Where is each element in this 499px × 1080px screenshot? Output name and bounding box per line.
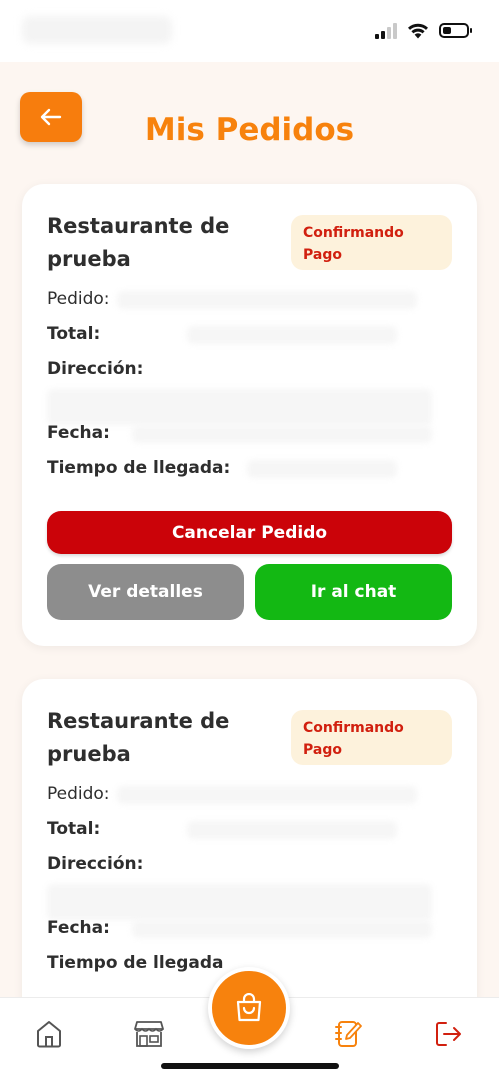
- address-value-blurred: [47, 884, 432, 920]
- date-value-blurred: [132, 425, 432, 443]
- nav-orders[interactable]: [333, 1018, 365, 1050]
- status-bar: [0, 0, 499, 62]
- status-time-blurred: [22, 16, 172, 44]
- battery-icon: [439, 23, 472, 38]
- orders-icon: [335, 1021, 362, 1047]
- total-value-blurred: [187, 821, 397, 839]
- status-badge: Confirmando Pago: [291, 215, 452, 270]
- nav-logout[interactable]: [433, 1018, 465, 1050]
- restaurant-name: Restaurante de prueba: [47, 214, 230, 271]
- wifi-icon: [408, 23, 428, 39]
- address-label: Dirección:: [47, 854, 144, 874]
- page-title: Mis Pedidos: [144, 112, 355, 148]
- view-details-button[interactable]: Ver detalles: [47, 564, 244, 620]
- address-value-blurred: [47, 389, 432, 425]
- arrival-label: Tiempo de llegada: [47, 953, 224, 973]
- arrival-value-blurred: [247, 460, 397, 478]
- order-value-blurred: [117, 291, 417, 309]
- logout-icon: [436, 1022, 461, 1046]
- order-label: Pedido:: [47, 289, 110, 309]
- status-badge: Confirmando Pago: [291, 710, 452, 765]
- status-icons: [375, 22, 472, 39]
- home-icon: [37, 1021, 61, 1048]
- nav-home[interactable]: [33, 1018, 65, 1050]
- date-label: Fecha:: [47, 423, 110, 443]
- order-card: Restaurante de prueba Confirmando Pago P…: [22, 184, 477, 646]
- signal-icon: [375, 22, 397, 39]
- cart-button[interactable]: [208, 967, 290, 1049]
- total-label: Total:: [47, 819, 101, 839]
- total-value-blurred: [187, 326, 397, 344]
- date-label: Fecha:: [47, 918, 110, 938]
- order-label: Pedido:: [47, 784, 110, 804]
- arrival-label: Tiempo de llegada:: [47, 458, 231, 478]
- go-to-chat-button[interactable]: Ir al chat: [255, 564, 452, 620]
- nav-store[interactable]: [133, 1018, 165, 1050]
- order-value-blurred: [117, 786, 417, 804]
- restaurant-name: Restaurante de prueba: [47, 709, 230, 766]
- store-icon: [134, 1021, 164, 1047]
- date-value-blurred: [132, 920, 432, 938]
- home-indicator: [161, 1063, 339, 1069]
- address-label: Dirección:: [47, 359, 144, 379]
- cancel-order-button[interactable]: Cancelar Pedido: [47, 511, 452, 554]
- shopping-bag-icon: [236, 993, 262, 1022]
- total-label: Total:: [47, 324, 101, 344]
